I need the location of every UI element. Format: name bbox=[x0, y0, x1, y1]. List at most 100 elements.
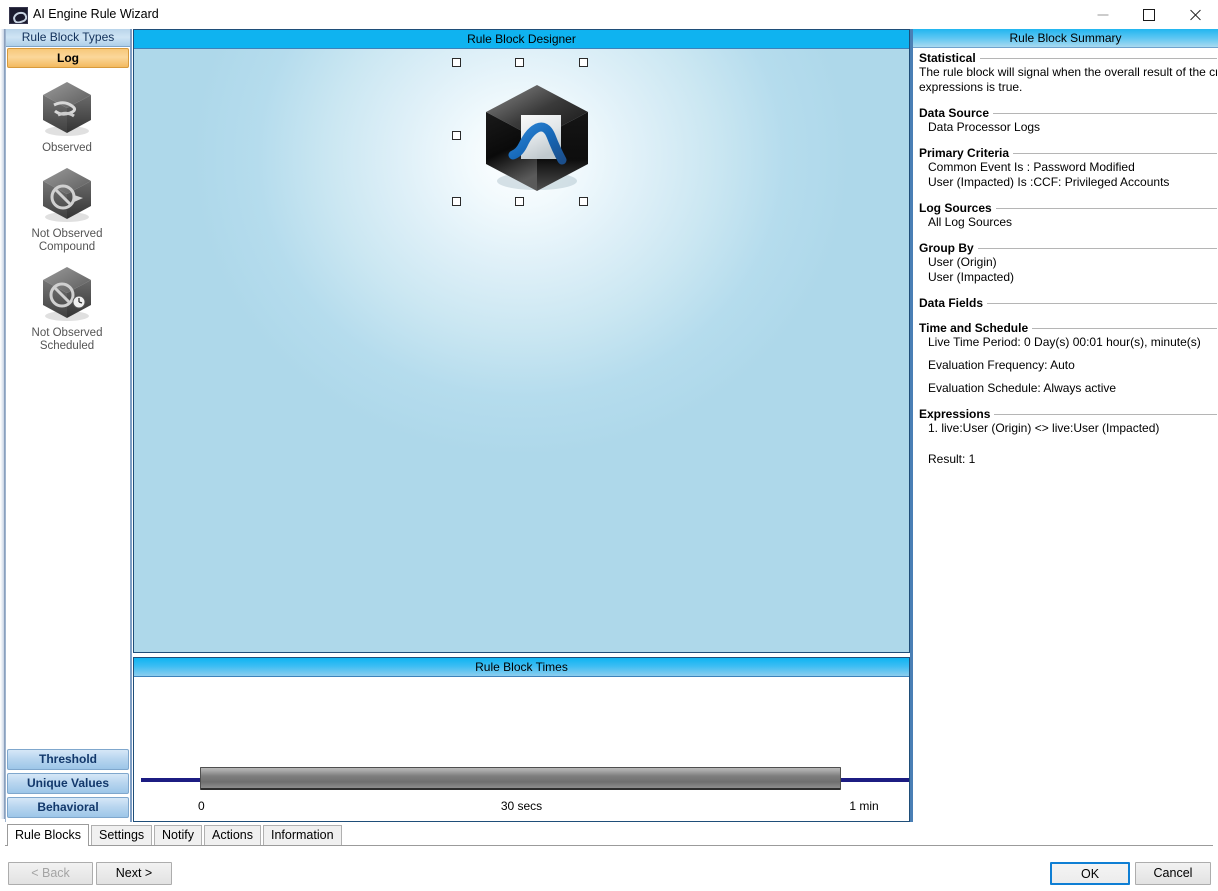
back-button[interactable]: < Back bbox=[8, 862, 93, 885]
close-button[interactable] bbox=[1172, 0, 1218, 29]
summary-section-heading: Statistical bbox=[919, 51, 1217, 65]
next-button[interactable]: Next > bbox=[96, 862, 172, 885]
rule-block-type-label: Not Observed Compound bbox=[7, 228, 127, 254]
selected-rule-block[interactable] bbox=[452, 58, 622, 228]
summary-value-line: Result: 1 bbox=[928, 452, 976, 466]
summary-section-heading: Primary Criteria bbox=[919, 146, 1217, 160]
summary-section-heading: Data Source bbox=[919, 106, 1217, 120]
rule-block-types-list: Observed Not Observed Compound Not Obser… bbox=[7, 69, 127, 749]
summary-paragraph-line: The rule block will signal when the over… bbox=[919, 65, 1217, 79]
rule-block-times-caption: Rule Block Times bbox=[134, 658, 909, 677]
rule-block-type-label: Not Observed Scheduled bbox=[7, 327, 127, 353]
summary-section: Expressions 1. live:User (Origin) <> live… bbox=[919, 407, 1217, 467]
label-line-2: Scheduled bbox=[39, 340, 95, 352]
title-bar: AI Engine Rule Wizard bbox=[0, 0, 1218, 30]
tab-information[interactable]: Information bbox=[263, 825, 342, 845]
summary-section-heading-text: Statistical bbox=[919, 51, 976, 65]
wizard-tabstrip: Rule Blocks Settings Notify Actions Informat… bbox=[5, 824, 1213, 846]
rule-block-timeline[interactable]: 0 30 secs 1 min bbox=[134, 677, 909, 821]
summary-section-rule bbox=[979, 58, 1217, 59]
resize-handle-nw[interactable] bbox=[452, 58, 461, 67]
resize-handle-sw[interactable] bbox=[452, 197, 461, 206]
timeline-rail-left bbox=[141, 778, 203, 782]
summary-section: Log Sources All Log Sources bbox=[919, 201, 1217, 230]
summary-section-rule bbox=[987, 303, 1217, 304]
summary-section-heading: Time and Schedule bbox=[919, 321, 1217, 335]
summary-value-line: Common Event Is : Password Modified bbox=[928, 160, 1135, 174]
tab-rule-blocks[interactable]: Rule Blocks bbox=[7, 824, 89, 846]
statistical-cube-icon bbox=[477, 79, 597, 199]
resize-handle-ne[interactable] bbox=[579, 58, 588, 67]
rule-block-group-log[interactable]: Log bbox=[7, 48, 129, 68]
rule-block-type-not-observed-scheduled[interactable]: Not Observed Scheduled bbox=[7, 262, 127, 353]
summary-section-heading-text: Group By bbox=[919, 241, 974, 255]
summary-section-heading: Log Sources bbox=[919, 201, 1217, 215]
category-threshold[interactable]: Threshold bbox=[7, 749, 129, 770]
summary-value-line: Evaluation Schedule: Always active bbox=[928, 381, 1117, 395]
summary-spacer bbox=[919, 350, 1217, 358]
resize-handle-w[interactable] bbox=[452, 131, 461, 140]
window-client-area: Rule Block Types Log Observed Not Observ… bbox=[0, 29, 1218, 891]
summary-value-line: User (Impacted) Is :CCF: Privileged Acco… bbox=[928, 175, 1170, 189]
rule-block-type-observed[interactable]: Observed bbox=[7, 77, 127, 155]
category-unique-values[interactable]: Unique Values bbox=[7, 773, 129, 794]
summary-value-line: Evaluation Frequency: Auto bbox=[928, 358, 1075, 372]
observed-cube-icon bbox=[36, 77, 98, 139]
summary-value-line: All Log Sources bbox=[928, 215, 1013, 229]
not-observed-scheduled-cube-icon bbox=[36, 262, 98, 324]
tab-settings[interactable]: Settings bbox=[91, 825, 153, 845]
summary-section-rule bbox=[1013, 153, 1217, 154]
label-line-1: Observed bbox=[42, 142, 92, 154]
tab-actions[interactable]: Actions bbox=[204, 825, 261, 845]
summary-section-heading-text: Time and Schedule bbox=[919, 321, 1029, 335]
timeline-rail-right bbox=[840, 778, 909, 782]
cancel-button[interactable]: Cancel bbox=[1135, 862, 1211, 885]
summary-section-heading: Group By bbox=[919, 241, 1217, 255]
summary-section-heading-text: Primary Criteria bbox=[919, 146, 1010, 160]
label-line-1: Not Observed bbox=[31, 327, 103, 339]
rule-block-designer-canvas[interactable] bbox=[134, 49, 909, 652]
timeline-tick-end: 1 min bbox=[849, 799, 879, 813]
summary-section-rule bbox=[977, 248, 1217, 249]
summary-section-heading-text: Log Sources bbox=[919, 201, 992, 215]
summary-section: Data Fields bbox=[919, 296, 1217, 310]
ok-button[interactable]: OK bbox=[1050, 862, 1130, 885]
label-line-1: Not Observed bbox=[31, 228, 103, 240]
rule-block-type-label: Observed bbox=[7, 142, 127, 155]
rule-block-types-caption: Rule Block Types bbox=[6, 29, 130, 47]
summary-section-rule bbox=[1032, 328, 1217, 329]
timeline-duration-bar[interactable] bbox=[200, 767, 841, 790]
rule-block-type-not-observed-compound[interactable]: Not Observed Compound bbox=[7, 163, 127, 254]
summary-value-line: 1. live:User (Origin) <> live:User (Impa… bbox=[928, 421, 1160, 435]
resize-handle-n[interactable] bbox=[515, 58, 524, 67]
timeline-tick-middle: 30 secs bbox=[500, 799, 543, 813]
summary-spacer bbox=[919, 444, 1217, 452]
maximize-button[interactable] bbox=[1126, 0, 1172, 29]
summary-section: Data Source Data Processor Logs bbox=[919, 106, 1217, 135]
minimize-icon bbox=[1097, 14, 1109, 15]
rule-block-summary-body: Statistical The rule block will signal wh… bbox=[913, 48, 1217, 822]
summary-spacer bbox=[919, 436, 1217, 444]
summary-section-heading: Data Fields bbox=[919, 296, 1217, 310]
summary-section-heading-text: Data Source bbox=[919, 106, 990, 120]
rule-block-times-panel: Rule Block Times 0 30 secs 1 min bbox=[133, 657, 910, 822]
close-icon bbox=[1189, 8, 1202, 21]
maximize-icon bbox=[1143, 8, 1155, 21]
summary-section: Statistical The rule block will signal wh… bbox=[919, 51, 1217, 95]
summary-section-rule bbox=[993, 113, 1217, 114]
category-behavioral[interactable]: Behavioral bbox=[7, 797, 129, 818]
window-title: AI Engine Rule Wizard bbox=[33, 7, 159, 21]
summary-section: Group By User (Origin) User (Impacted) bbox=[919, 241, 1217, 285]
label-line-2: Compound bbox=[38, 241, 96, 253]
summary-section: Primary Criteria Common Event Is : Passwo… bbox=[919, 146, 1217, 190]
tab-notify[interactable]: Notify bbox=[154, 825, 202, 845]
rule-block-designer-panel: Rule Block Designer bbox=[133, 29, 910, 653]
minimize-button[interactable] bbox=[1080, 0, 1126, 29]
summary-value-line: User (Impacted) bbox=[928, 270, 1015, 284]
rule-block-categories: Threshold Unique Values Behavioral bbox=[7, 746, 129, 818]
summary-section-rule bbox=[994, 414, 1217, 415]
app-icon bbox=[9, 7, 28, 24]
summary-section: Time and Schedule Live Time Period: 0 Day… bbox=[919, 321, 1217, 396]
rule-block-designer-caption: Rule Block Designer bbox=[134, 30, 909, 49]
rule-block-summary-caption: Rule Block Summary bbox=[913, 29, 1218, 48]
